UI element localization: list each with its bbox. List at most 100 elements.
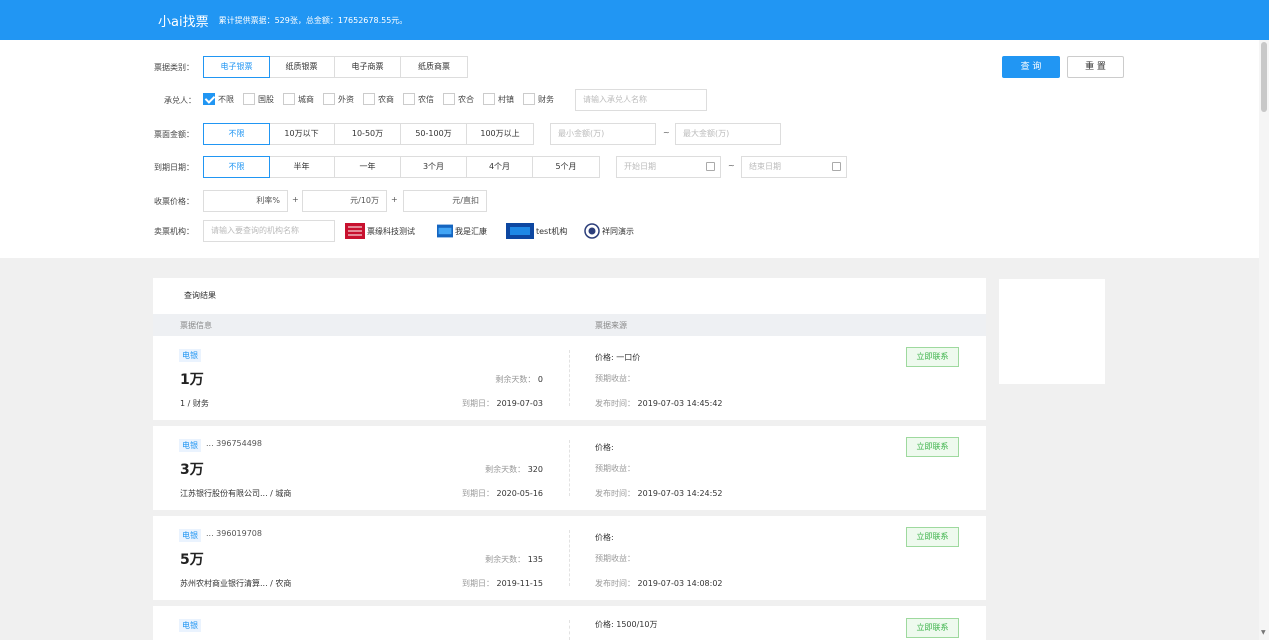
stats-text: 累计提供票据：529张，总金额：17652678.55元。 [218, 15, 408, 25]
due-option-2[interactable]: 一年 [335, 157, 401, 177]
per10w-input[interactable]: 元/10万 [302, 190, 387, 212]
type-option-2[interactable]: 电子商票 [335, 57, 401, 77]
due-option-3[interactable]: 3个月 [401, 157, 467, 177]
result-card[interactable]: 电银 1万 剩余天数： 0 1 / 财务 到期日： 2019-07-03 价格:… [153, 336, 986, 420]
price-text: 价格: 1500/10万 [595, 620, 658, 629]
type-option-3[interactable]: 纸质商票 [401, 57, 467, 77]
bill-type-badge: 电银 [179, 619, 201, 632]
amount-option-3[interactable]: 50-100万 [401, 124, 467, 144]
checkbox-icon[interactable] [243, 93, 255, 105]
checkbox-icon[interactable] [403, 93, 415, 105]
acceptor-checkbox-1[interactable]: 国股 [243, 93, 274, 105]
min-amount-input[interactable]: 最小金额(万) [550, 123, 656, 145]
checkbox-icon[interactable] [363, 93, 375, 105]
price-label: 收票价格： [154, 197, 194, 206]
org-logo-icon [345, 223, 365, 239]
remaining-days: 剩余天数： 0 [495, 375, 543, 384]
org-item-0[interactable]: 票缘科技测试 [345, 220, 415, 242]
filter-row-price: 收票价格： 利率% + 元/10万 + 元/直扣 [0, 190, 1259, 212]
due-option-4[interactable]: 4个月 [467, 157, 533, 177]
publish-time: 发布时间： 2019-07-03 14:24:52 [595, 489, 723, 498]
calendar-icon[interactable] [832, 162, 841, 171]
org-label: 卖票机构： [154, 227, 194, 236]
publish-time: 发布时间： 2019-07-03 14:45:42 [595, 399, 723, 408]
card-divider [569, 530, 570, 586]
acceptor-checkboxes: 不限 国股 城商 外资 农商 农信 农合 村镇 财务 [203, 93, 563, 105]
due-option-5[interactable]: 5个月 [533, 157, 599, 177]
checkbox-icon[interactable] [443, 93, 455, 105]
price-text: 价格: [595, 443, 614, 452]
amount-option-4[interactable]: 100万以上 [467, 124, 533, 144]
publish-time: 发布时间： 2019-07-03 14:08:02 [595, 579, 723, 588]
scrollbar-track[interactable] [1259, 40, 1269, 640]
scrollbar-thumb[interactable] [1261, 42, 1267, 112]
due-date: 到期日： 2019-07-03 [461, 399, 543, 408]
start-date-input[interactable]: 开始日期 [616, 156, 721, 178]
calendar-icon[interactable] [706, 162, 715, 171]
bill-type-badge: 电银 [179, 529, 201, 542]
result-card[interactable]: 电银 ... 396019708 5万 剩余天数： 135 苏州农村商业银行清算… [153, 516, 986, 600]
filter-row-amount: 票面金额： 不限 10万以下 10-50万 50-100万 100万以上 最小金… [0, 123, 1259, 145]
acceptor-checkbox-8[interactable]: 财务 [523, 93, 554, 105]
org-item-3[interactable]: 祥同演示 [584, 220, 634, 242]
amount-option-1[interactable]: 10万以下 [269, 124, 335, 144]
contact-button[interactable]: 立即联系 [906, 437, 959, 457]
plus-sign: + [292, 195, 299, 204]
max-amount-input[interactable]: 最大金额(万) [675, 123, 781, 145]
bill-amount: 5万 [180, 552, 204, 568]
org-item-2[interactable]: test机构 [506, 220, 567, 242]
due-option-1[interactable]: 半年 [269, 157, 335, 177]
acceptor-checkbox-7[interactable]: 村镇 [483, 93, 514, 105]
acceptor-checkbox-4[interactable]: 农商 [363, 93, 394, 105]
due-date: 到期日： 2019-11-15 [461, 579, 543, 588]
due-label: 到期日期： [154, 163, 194, 172]
remaining-days: 剩余天数： 135 [485, 555, 543, 564]
acceptor-checkbox-5[interactable]: 农信 [403, 93, 434, 105]
checkbox-icon[interactable] [523, 93, 535, 105]
type-option-1[interactable]: 纸质银票 [269, 57, 335, 77]
direct-input[interactable]: 元/直扣 [403, 190, 487, 212]
scroll-down-icon[interactable]: ▼ [1261, 629, 1266, 636]
amount-option-2[interactable]: 10-50万 [335, 124, 401, 144]
rate-input[interactable]: 利率% [203, 190, 288, 212]
brand-logo[interactable]: 小ai找票 [158, 11, 209, 30]
type-option-0[interactable]: 电子银票 [203, 56, 270, 78]
amount-option-0[interactable]: 不限 [203, 123, 270, 145]
acceptor-name-input[interactable]: 请输入承兑人名称 [575, 89, 707, 111]
org-item-1[interactable]: 我是汇康 [437, 220, 487, 242]
card-divider [569, 620, 570, 640]
acceptor-bank: 江苏银行股份有限公司... / 城商 [180, 489, 292, 498]
due-option-0[interactable]: 不限 [203, 156, 270, 178]
amount-segment: 不限 10万以下 10-50万 50-100万 100万以上 [203, 123, 534, 145]
acceptor-checkbox-0[interactable]: 不限 [203, 93, 234, 105]
price-text: 价格: [595, 533, 614, 542]
side-panel [999, 279, 1105, 384]
windows-logo-icon [437, 224, 453, 238]
windows-logo-icon [506, 223, 534, 239]
checkbox-icon[interactable] [483, 93, 495, 105]
acceptor-checkbox-6[interactable]: 农合 [443, 93, 474, 105]
filter-row-acceptor: 承兑人： 不限 国股 城商 外资 农商 农信 农合 村镇 财务 请输入承兑人名称 [0, 89, 1259, 111]
results-panel: 查询结果 票据信息 票据来源 电银 1万 剩余天数： 0 1 / 财务 到期日：… [153, 278, 986, 640]
org-search-input[interactable]: 请输入要查询的机构名称 [203, 220, 335, 242]
acceptor-checkbox-3[interactable]: 外资 [323, 93, 354, 105]
due-sep: ~ [728, 161, 735, 170]
seal-logo-icon [584, 223, 600, 239]
result-card[interactable]: 电银 价格: 1500/10万 立即联系 [153, 606, 986, 640]
reset-button[interactable]: 重 置 [1067, 56, 1124, 78]
contact-button[interactable]: 立即联系 [906, 347, 959, 367]
query-button[interactable]: 查 询 [1002, 56, 1060, 78]
checkbox-checked-icon[interactable] [203, 93, 215, 105]
result-card[interactable]: 电银 ... 396754498 3万 剩余天数： 320 江苏银行股份有限公司… [153, 426, 986, 510]
contact-button[interactable]: 立即联系 [906, 618, 959, 638]
checkbox-icon[interactable] [283, 93, 295, 105]
price-text: 价格: 一口价 [595, 353, 641, 362]
card-divider [569, 350, 570, 406]
checkbox-icon[interactable] [323, 93, 335, 105]
col-info-header: 票据信息 [180, 321, 212, 330]
end-date-input[interactable]: 结束日期 [741, 156, 847, 178]
contact-button[interactable]: 立即联系 [906, 527, 959, 547]
acceptor-checkbox-2[interactable]: 城商 [283, 93, 314, 105]
acceptor-label: 承兑人： [164, 96, 196, 105]
type-segment: 电子银票 纸质银票 电子商票 纸质商票 [203, 56, 468, 78]
